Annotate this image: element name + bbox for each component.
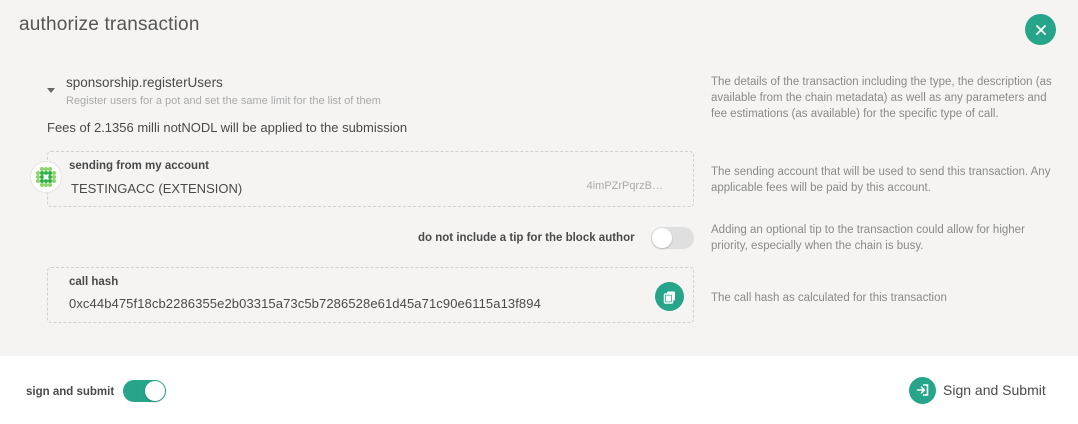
account-help-text: The sending account that will be used to…: [711, 166, 1051, 194]
modal-actions: sign and submit Sign and Submit: [0, 356, 1078, 424]
copy-button[interactable]: [655, 282, 684, 311]
sign-in-icon: [909, 376, 936, 404]
close-icon: [1035, 24, 1046, 35]
modal-content: authorize transaction sponsorship.regist…: [0, 0, 1078, 356]
call-description: Register users for a pot and set the sam…: [66, 95, 381, 107]
account-label: sending from my account: [69, 160, 209, 172]
account-address: 4imPZrPqrzB…: [586, 180, 663, 192]
account-identicon-icon: [30, 161, 62, 193]
submit-button-label: Sign and Submit: [943, 382, 1046, 398]
call-hash-box: call hash 0xc44b475f18cb2286355e2b03315a…: [47, 267, 694, 323]
fees-text: Fees of 2.1356 milli notNODL will be app…: [47, 120, 408, 135]
tip-toggle[interactable]: [651, 227, 694, 249]
tip-toggle-label: do not include a tip for the block autho…: [418, 232, 635, 244]
call-hash-help-text: The call hash as calculated for this tra…: [711, 292, 947, 304]
call-hash-label: call hash: [69, 276, 119, 288]
authorize-transaction-modal: authorize transaction sponsorship.regist…: [0, 0, 1078, 424]
modal-title: authorize transaction: [19, 14, 200, 35]
call-method[interactable]: sponsorship.registerUsers: [66, 75, 223, 90]
sign-and-submit-label: sign and submit: [26, 386, 115, 398]
call-help-text: The details of the transaction including…: [711, 76, 1052, 120]
account-name: TESTINGACC (EXTENSION): [71, 181, 243, 196]
close-button[interactable]: [1025, 14, 1056, 45]
toggle-knob: [652, 228, 672, 248]
account-selector[interactable]: sending from my account TESTINGACC (EXTE…: [47, 151, 694, 207]
call-hash-value: 0xc44b475f18cb2286355e2b03315a73c5b72865…: [69, 296, 541, 311]
expand-caret-icon[interactable]: [47, 88, 55, 93]
tip-help-text: Adding an optional tip to the transactio…: [711, 224, 1025, 252]
sign-and-submit-toggle[interactable]: [123, 380, 166, 402]
copy-icon: [663, 291, 675, 304]
sign-and-submit-button[interactable]: Sign and Submit: [909, 376, 1046, 404]
toggle-knob: [145, 381, 165, 401]
